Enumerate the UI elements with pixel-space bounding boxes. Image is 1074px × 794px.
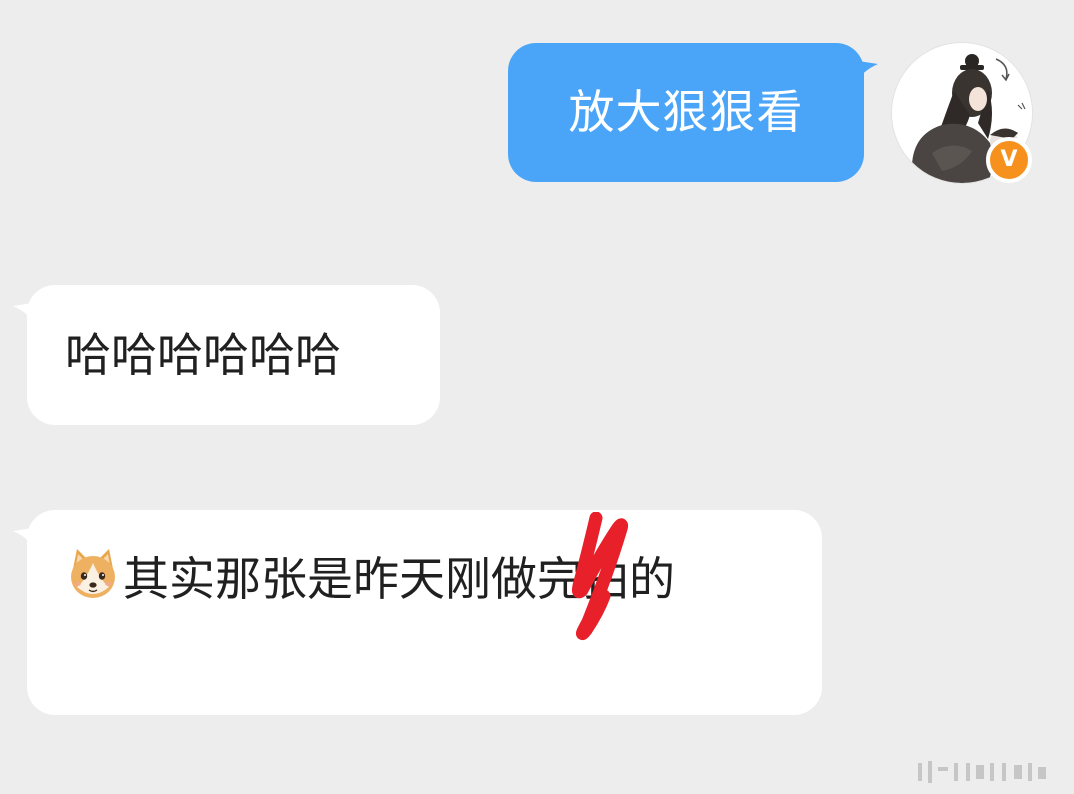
incoming-message-text: 哈哈哈哈哈哈 <box>65 328 341 382</box>
watermark-logo <box>918 761 1046 783</box>
outgoing-bubble-tail <box>852 60 878 82</box>
red-scribble-mark <box>571 512 629 641</box>
incoming-message-bubble[interactable]: 哈哈哈哈哈哈 <box>27 285 440 425</box>
outgoing-message-text: 放大狠狠看 <box>568 85 804 139</box>
incoming-message-bubble[interactable]: 其实那张是昨天刚做完拍的 <box>27 510 822 715</box>
outgoing-message-bubble[interactable]: 放大狠狠看 <box>508 43 864 182</box>
doge-emoji-icon <box>71 549 115 598</box>
verified-badge: V <box>986 137 1032 183</box>
